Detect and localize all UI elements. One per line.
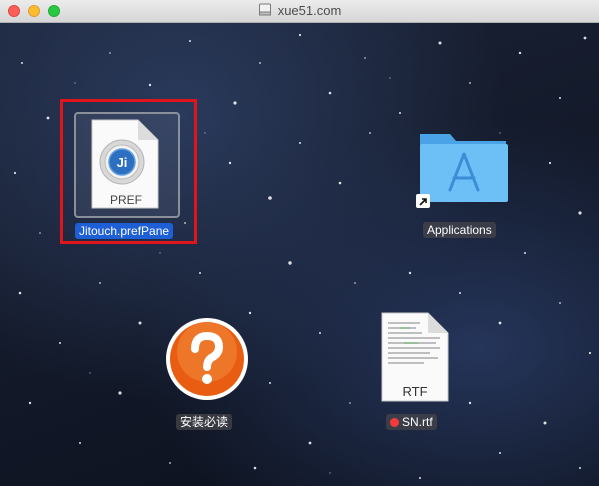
starfield-background xyxy=(13,33,592,479)
disk-image-background xyxy=(0,23,599,486)
readme-label[interactable]: 安装必读 xyxy=(176,414,233,430)
finder-window: xue51.com Ji PREF Jitouch.prefPane Appli… xyxy=(0,0,599,486)
title-bar[interactable]: xue51.com xyxy=(0,0,599,23)
sn-rtf-label[interactable]: SN.rtf xyxy=(386,414,437,430)
red-tag-icon xyxy=(390,418,399,427)
window-title: xue51.com xyxy=(0,3,599,18)
applications-folder-alias-icon[interactable] xyxy=(416,128,512,210)
preference-pane-icon[interactable]: Ji PREF xyxy=(90,118,160,210)
help-question-icon[interactable] xyxy=(164,316,250,402)
window-title-text: xue51.com xyxy=(277,3,342,18)
app-glyph-text: Ji xyxy=(117,155,128,170)
rtf-badge-text: RTF xyxy=(402,384,427,399)
rtf-document-icon[interactable]: RTF xyxy=(380,311,450,403)
alias-arrow-icon xyxy=(416,194,430,208)
pref-pane-label[interactable]: Jitouch.prefPane xyxy=(75,223,174,239)
disk-image-icon xyxy=(258,3,271,16)
pref-badge-text: PREF xyxy=(110,193,142,207)
applications-label[interactable]: Applications xyxy=(423,222,496,238)
sn-rtf-label-text: SN.rtf xyxy=(402,415,433,429)
